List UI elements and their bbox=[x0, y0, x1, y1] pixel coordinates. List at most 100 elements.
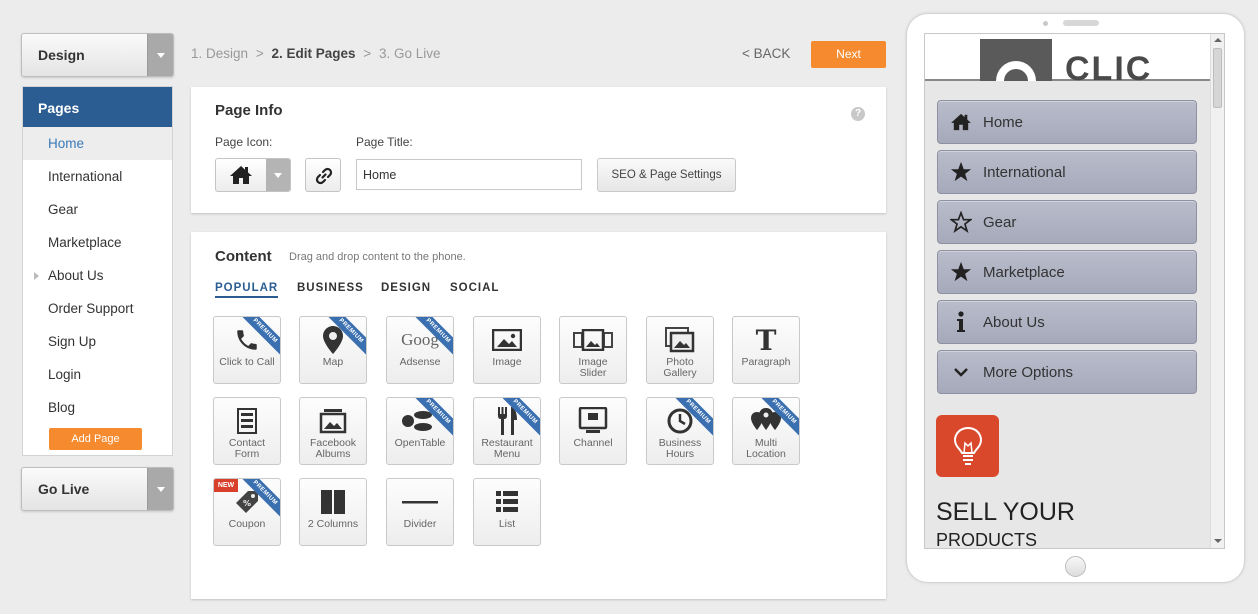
phone-menu-about-us[interactable]: About Us bbox=[937, 300, 1197, 344]
design-dropdown[interactable]: Design bbox=[21, 33, 174, 77]
widget-image-slider[interactable]: Image Slider bbox=[559, 316, 627, 384]
phone-menu-label: Marketplace bbox=[983, 264, 1065, 281]
widget-facebook-albums[interactable]: Facebook Albums bbox=[299, 397, 367, 465]
help-icon[interactable]: ? bbox=[851, 107, 865, 121]
link-button[interactable] bbox=[305, 158, 341, 192]
phone-menu-marketplace[interactable]: Marketplace bbox=[937, 250, 1197, 294]
widget-label: 2 Columns bbox=[307, 518, 359, 530]
phone-preview-screen[interactable]: CLIC Home International Gear Marketplace… bbox=[924, 33, 1225, 549]
seo-settings-button[interactable]: SEO & Page Settings bbox=[597, 158, 736, 192]
facebook-albums-icon bbox=[300, 408, 366, 434]
sidebar-item-label: Gear bbox=[48, 202, 79, 217]
sidebar-item-blog[interactable]: Blog bbox=[23, 391, 172, 424]
sidebar-item-order-support[interactable]: Order Support bbox=[23, 292, 172, 325]
widget-opentable[interactable]: OpenTable PREMIUM bbox=[386, 397, 454, 465]
widget-restaurant-menu[interactable]: Restaurant Menu PREMIUM bbox=[473, 397, 541, 465]
phone-scrollbar[interactable] bbox=[1210, 34, 1224, 548]
chevron-down-icon[interactable] bbox=[266, 159, 290, 191]
home-icon bbox=[229, 165, 253, 188]
tab-popular[interactable]: POPULAR bbox=[215, 282, 279, 298]
widget-image[interactable]: Image bbox=[473, 316, 541, 384]
widget-divider[interactable]: Divider bbox=[386, 478, 454, 546]
svg-text:%: % bbox=[243, 499, 251, 508]
phone-menu-home[interactable]: Home bbox=[937, 100, 1197, 144]
sidebar-item-login[interactable]: Login bbox=[23, 358, 172, 391]
design-dropdown-label: Design bbox=[38, 47, 85, 63]
link-icon bbox=[314, 166, 334, 189]
form-icon bbox=[214, 408, 280, 434]
scroll-down-icon[interactable] bbox=[1214, 539, 1222, 543]
widget-label: Image Slider bbox=[578, 356, 608, 379]
widget-channel[interactable]: Channel bbox=[559, 397, 627, 465]
widget-label: Facebook Albums bbox=[309, 437, 357, 460]
next-button[interactable]: Next bbox=[811, 41, 886, 68]
new-badge: NEW bbox=[214, 479, 238, 492]
chevron-down-icon[interactable] bbox=[147, 468, 173, 510]
add-page-button[interactable]: Add Page bbox=[49, 428, 142, 450]
widget-click-to-call[interactable]: Click to Call PREMIUM bbox=[213, 316, 281, 384]
widget-label: Image bbox=[492, 356, 522, 368]
phone-menu-label: Gear bbox=[983, 214, 1017, 231]
phone-logo-bar: CLIC bbox=[925, 34, 1212, 86]
scroll-thumb[interactable] bbox=[1213, 48, 1222, 108]
sidebar-item-international[interactable]: International bbox=[23, 160, 172, 193]
phone-menu-label: International bbox=[983, 164, 1066, 181]
widget-contact-form[interactable]: Contact Form bbox=[213, 397, 281, 465]
widget-label: Channel bbox=[573, 437, 613, 449]
widget-2-columns[interactable]: 2 Columns bbox=[299, 478, 367, 546]
text-t-icon: T bbox=[755, 323, 777, 357]
phone-home-button bbox=[1065, 556, 1086, 577]
widget-business-hours[interactable]: Business Hours PREMIUM bbox=[646, 397, 714, 465]
page-title-label: Page Title: bbox=[356, 135, 413, 149]
page-info-title: Page Info bbox=[215, 102, 283, 119]
tab-social[interactable]: SOCIAL bbox=[450, 282, 499, 294]
widget-paragraph[interactable]: T Paragraph bbox=[732, 316, 800, 384]
breadcrumb-separator: > bbox=[255, 46, 264, 61]
sidebar-item-label: Blog bbox=[48, 400, 76, 415]
phone-menu-label: About Us bbox=[983, 314, 1045, 331]
chevron-down-icon[interactable] bbox=[147, 34, 173, 76]
widget-map[interactable]: Map PREMIUM bbox=[299, 316, 367, 384]
widget-photo-gallery[interactable]: Photo Gallery bbox=[646, 316, 714, 384]
sidebar-item-home[interactable]: Home bbox=[23, 127, 172, 160]
page-info-card: Page Info ? Page Icon: Page Title: SEO &… bbox=[191, 87, 886, 213]
scroll-up-icon[interactable] bbox=[1214, 38, 1222, 42]
go-live-dropdown-label: Go Live bbox=[38, 481, 90, 497]
phone-camera bbox=[1043, 21, 1048, 26]
step-edit-pages: 2. Edit Pages bbox=[271, 46, 356, 61]
widget-label: Contact Form bbox=[228, 437, 266, 460]
widget-label: Map bbox=[322, 356, 344, 368]
widget-adsense[interactable]: Goog Adsense PREMIUM bbox=[386, 316, 454, 384]
star-filled-icon bbox=[950, 261, 972, 283]
sidebar-item-label: About Us bbox=[48, 268, 104, 283]
go-live-dropdown[interactable]: Go Live bbox=[21, 467, 174, 511]
step-design[interactable]: 1. Design bbox=[191, 46, 248, 61]
sidebar-item-label: Login bbox=[48, 367, 82, 382]
widget-multi-location[interactable]: Multi Location PREMIUM bbox=[732, 397, 800, 465]
page-icon-select[interactable] bbox=[215, 158, 291, 192]
phone-speaker bbox=[1063, 20, 1099, 26]
sidebar-item-sign-up[interactable]: Sign Up bbox=[23, 325, 172, 358]
phone-menu-international[interactable]: International bbox=[937, 150, 1197, 194]
sidebar-item-marketplace[interactable]: Marketplace bbox=[23, 226, 172, 259]
widget-label: Restaurant Menu bbox=[481, 437, 533, 460]
tab-design[interactable]: DESIGN bbox=[381, 282, 431, 294]
page-title-input[interactable] bbox=[356, 159, 582, 190]
sidebar-item-label: International bbox=[48, 169, 123, 184]
phone-menu-more-options[interactable]: More Options bbox=[937, 350, 1197, 394]
widget-list[interactable]: List bbox=[473, 478, 541, 546]
phone-menu-gear[interactable]: Gear bbox=[937, 200, 1197, 244]
image-slider-icon bbox=[560, 327, 626, 353]
tab-business[interactable]: BUSINESS bbox=[297, 282, 364, 294]
brand-logo-text: CLIC bbox=[1065, 50, 1153, 88]
widget-label: Adsense bbox=[399, 356, 441, 368]
sidebar-item-about-us[interactable]: About Us bbox=[23, 259, 172, 292]
columns-icon bbox=[300, 489, 366, 515]
sidebar-item-gear[interactable]: Gear bbox=[23, 193, 172, 226]
step-go-live[interactable]: 3. Go Live bbox=[379, 46, 441, 61]
expand-caret-icon[interactable] bbox=[34, 272, 39, 280]
back-link[interactable]: < BACK bbox=[742, 46, 790, 61]
pages-header: Pages bbox=[23, 87, 172, 127]
widget-label: Photo Gallery bbox=[663, 356, 697, 379]
widget-coupon[interactable]: % Coupon NEW PREMIUM bbox=[213, 478, 281, 546]
